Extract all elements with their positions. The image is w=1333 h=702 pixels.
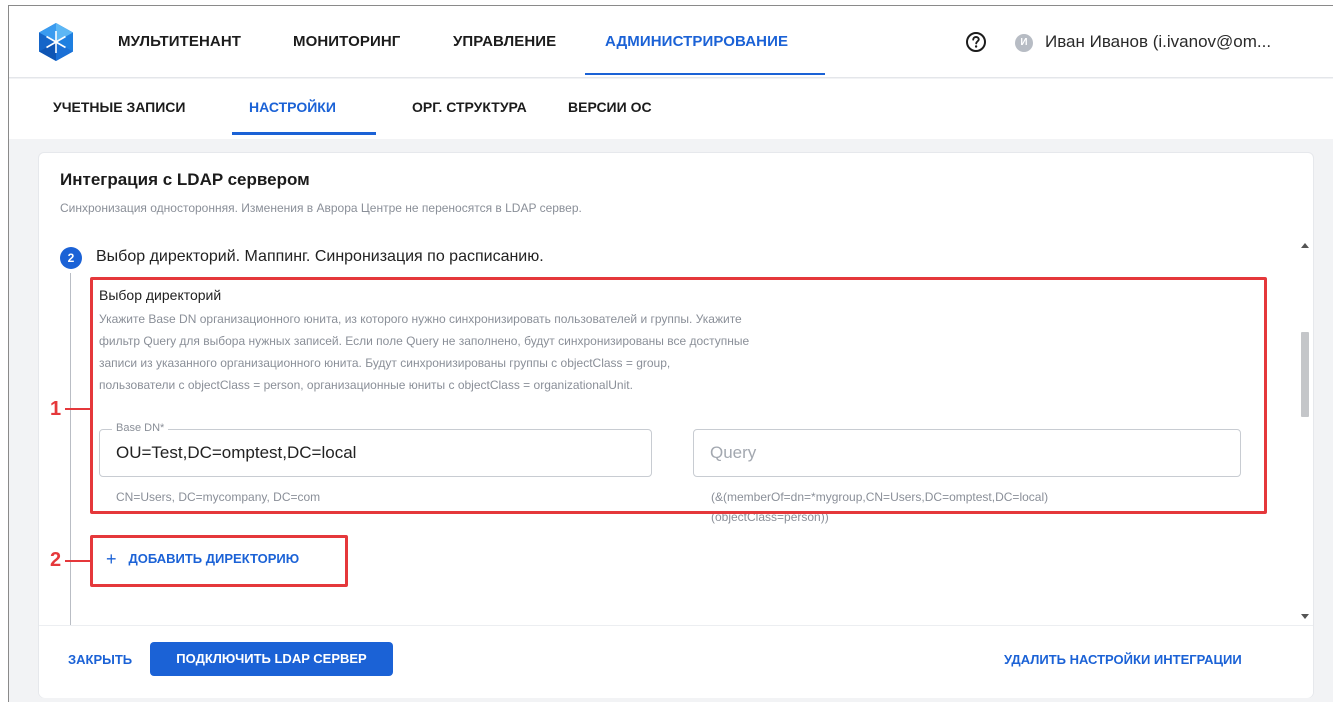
- card-subtitle: Синхронизация односторонняя. Изменения в…: [60, 201, 582, 215]
- callout-box-1: [90, 277, 1267, 514]
- user-avatar[interactable]: И: [1015, 34, 1033, 52]
- callout-line-1: [65, 408, 92, 410]
- step-title: Выбор директорий. Маппинг. Синронизация …: [96, 248, 544, 265]
- top-navigation-bar: МУЛЬТИТЕНАНТ МОНИТОРИНГ УПРАВЛЕНИЕ АДМИН…: [9, 6, 1333, 78]
- nav-monitoring[interactable]: МОНИТОРИНГ: [293, 6, 400, 78]
- tab-settings[interactable]: НАСТРОЙКИ: [249, 79, 336, 135]
- app-window: МУЛЬТИТЕНАНТ МОНИТОРИНГ УПРАВЛЕНИЕ АДМИН…: [8, 5, 1333, 702]
- step-number-badge: 2: [60, 247, 82, 269]
- callout-box-2: [90, 535, 348, 587]
- scrollbar-thumb[interactable]: [1301, 332, 1309, 417]
- nav-active-indicator: [585, 73, 825, 75]
- delete-integration-button[interactable]: УДАЛИТЬ НАСТРОЙКИ ИНТЕГРАЦИИ: [1004, 652, 1242, 667]
- close-button[interactable]: ЗАКРЫТЬ: [68, 652, 132, 667]
- user-menu[interactable]: Иван Иванов (i.ivanov@om...: [1045, 6, 1271, 78]
- tab-active-indicator: [232, 132, 376, 135]
- vertical-scrollbar[interactable]: [1296, 237, 1314, 625]
- nav-administration[interactable]: АДМИНИСТРИРОВАНИЕ: [605, 6, 788, 78]
- settings-tabs: УЧЕТНЫЕ ЗАПИСИ НАСТРОЙКИ ОРГ. СТРУКТУРА …: [9, 79, 1333, 139]
- tab-accounts[interactable]: УЧЕТНЫЕ ЗАПИСИ: [53, 79, 185, 135]
- tab-os-versions[interactable]: ВЕРСИИ ОС: [568, 79, 652, 135]
- scroll-down-arrow-icon[interactable]: [1301, 614, 1309, 619]
- nav-multitenant[interactable]: МУЛЬТИТЕНАНТ: [118, 6, 241, 78]
- connect-ldap-button[interactable]: ПОДКЛЮЧИТЬ LDAP СЕРВЕР: [150, 642, 393, 676]
- app-logo-icon[interactable]: [36, 22, 76, 62]
- question-circle-icon[interactable]: [965, 31, 987, 53]
- card-title: Интеграция с LDAP сервером: [60, 170, 310, 189]
- callout-number-1: 1: [50, 398, 62, 420]
- step-connector-line: [70, 273, 71, 625]
- callout-line-2: [65, 560, 92, 562]
- nav-management[interactable]: УПРАВЛЕНИЕ: [453, 6, 556, 78]
- callout-number-2: 2: [50, 549, 62, 571]
- card-footer: ЗАКРЫТЬ ПОДКЛЮЧИТЬ LDAP СЕРВЕР УДАЛИТЬ Н…: [39, 625, 1313, 698]
- tab-org-structure[interactable]: ОРГ. СТРУКТУРА: [412, 79, 527, 135]
- scroll-up-arrow-icon[interactable]: [1301, 243, 1309, 248]
